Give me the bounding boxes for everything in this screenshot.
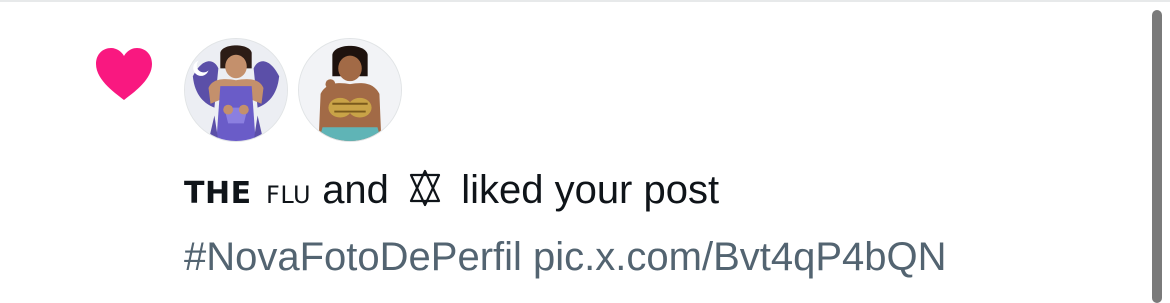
heart-icon [96,48,152,100]
scrollbar[interactable] [1152,10,1162,303]
avatar-second-user[interactable] [298,38,402,142]
action-text: liked your post [461,168,720,212]
divider [0,0,1170,2]
avatar-image [299,39,401,141]
notification-screen: THE FLU and liked your post #NovaFotoDeP… [0,0,1170,303]
user-name-the-flu[interactable]: THE FLU [184,167,311,213]
notification-text: THE FLU and liked your post [184,162,719,218]
post-preview[interactable]: #NovaFotoDePerfil pic.x.com/Bvt4qP4bQN [184,229,947,285]
avatar-image [185,39,287,141]
connector-text: and [322,168,389,212]
pentagram-icon[interactable] [404,167,446,209]
avatar-the-flu[interactable] [184,38,288,142]
